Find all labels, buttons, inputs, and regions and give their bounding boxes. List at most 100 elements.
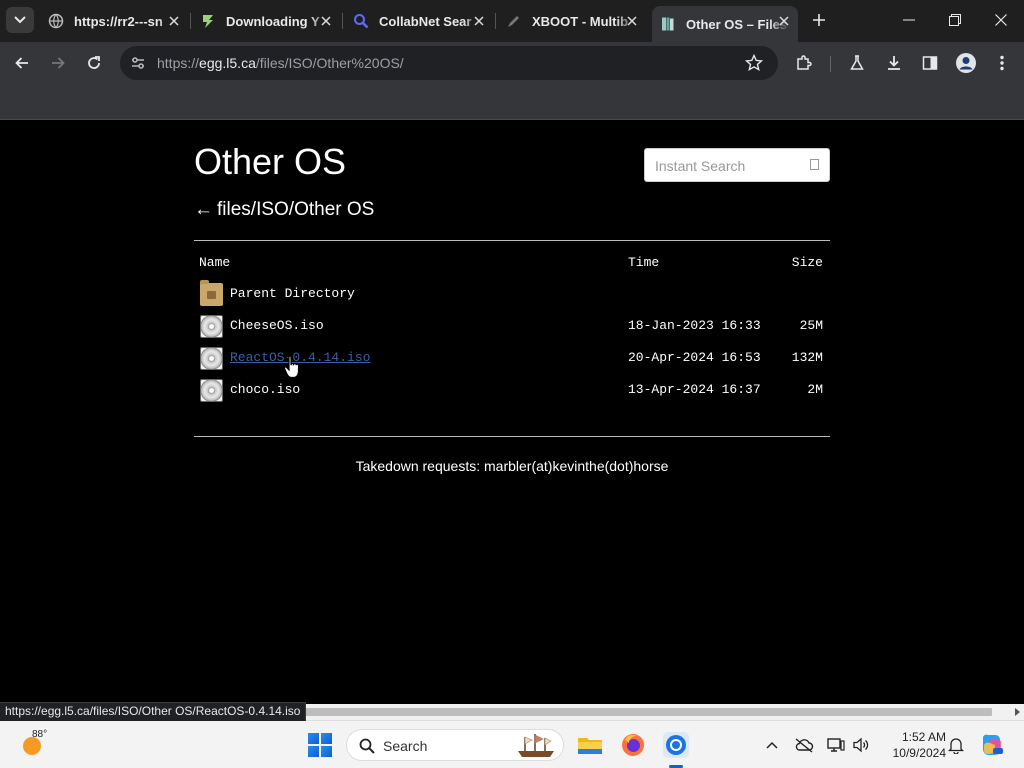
instant-search-box[interactable] (644, 148, 830, 182)
column-header-name[interactable]: Name (199, 255, 230, 270)
minimize-button[interactable] (886, 0, 932, 40)
start-tile (308, 733, 319, 744)
file-link[interactable]: choco.iso (230, 382, 300, 397)
close-window-button[interactable] (978, 0, 1024, 40)
onedrive-tray-button[interactable] (794, 735, 814, 755)
start-button[interactable] (308, 733, 332, 757)
breadcrumb-path: files/ISO/Other OS (217, 199, 375, 220)
tab-3[interactable]: CollabNet Sear (345, 6, 493, 36)
menu-button[interactable] (988, 50, 1016, 76)
tab-4[interactable]: XBOOT - Multib (498, 6, 646, 36)
column-header-size[interactable]: Size (792, 255, 823, 270)
copilot-icon[interactable] (979, 732, 1005, 758)
disc-icon (200, 315, 223, 338)
network-icon (827, 738, 845, 752)
page-title: Other OS (194, 141, 347, 182)
taskbar-search[interactable]: Search (346, 729, 564, 761)
clock-date: 10/9/2024 (892, 746, 946, 760)
labs-button[interactable] (843, 50, 871, 76)
back-button[interactable] (8, 50, 36, 76)
column-header-time[interactable]: Time (628, 255, 659, 270)
list-item-parent[interactable]: Parent Directory (194, 280, 830, 309)
folder-icon (200, 280, 223, 306)
close-tab-icon[interactable] (776, 13, 792, 29)
restore-button[interactable] (932, 0, 978, 40)
volume-tray-button[interactable] (851, 735, 871, 755)
file-link[interactable]: CheeseOS.iso (230, 318, 324, 333)
extensions-button[interactable] (790, 50, 818, 76)
file-size: 25M (799, 318, 823, 333)
downloads-button[interactable] (880, 50, 908, 76)
search-box-icon (810, 159, 819, 170)
magnifier-icon (353, 13, 369, 29)
breadcrumb: ← files/ISO/Other OS (194, 199, 374, 221)
file-explorer-icon[interactable] (576, 731, 604, 759)
file-time: 18-Jan-2023 16:33 (628, 318, 761, 333)
system-clock[interactable]: 1:52 AM 10/9/2024 (880, 729, 946, 761)
arrow-left-icon (15, 57, 28, 69)
scroll-right-icon[interactable] (1015, 708, 1020, 716)
file-link[interactable]: Parent Directory (230, 286, 355, 301)
address-bar[interactable]: https://egg.l5.ca/files/ISO/Other%20OS/ (120, 46, 778, 80)
url-text: https://egg.l5.ca/files/ISO/Other%20OS/ (157, 55, 404, 71)
url-host: egg.l5.ca (199, 55, 256, 71)
tab-5-active[interactable]: Other OS – Files (652, 6, 798, 42)
windows-taskbar: 88° Search 1:52 AM 10/9/2024 (0, 720, 1024, 768)
notifications-button[interactable] (946, 735, 966, 755)
new-tab-button[interactable] (808, 9, 830, 31)
weather-temperature: 88° (32, 729, 48, 740)
tab-title: Other OS – Files (686, 16, 788, 32)
tab-search-button[interactable] (6, 7, 34, 33)
puzzle-icon (797, 55, 812, 70)
list-item[interactable]: choco.iso 13-Apr-2024 16:37 2M (194, 377, 830, 405)
tab-separator (495, 13, 496, 29)
tab-2[interactable]: Downloading Y (192, 6, 340, 36)
tab-title: XBOOT - Multib (532, 13, 629, 29)
start-tile (321, 746, 332, 757)
show-hidden-icons-button[interactable] (762, 735, 782, 755)
pen-icon (506, 13, 522, 29)
side-panel-icon (922, 56, 938, 70)
disc-icon (200, 379, 223, 402)
profile-button[interactable] (952, 50, 980, 76)
instant-search-input[interactable] (655, 156, 805, 176)
close-tab-icon[interactable] (471, 13, 487, 29)
arrow-right-icon (52, 57, 65, 69)
search-icon (359, 738, 375, 754)
close-tab-icon[interactable] (166, 13, 182, 29)
reload-button[interactable] (80, 50, 108, 76)
scrollbar-thumb[interactable] (302, 708, 992, 716)
cloud-offline-icon (795, 738, 814, 753)
back-arrow-link[interactable]: ← (194, 199, 213, 220)
tab-1[interactable]: https://rr2---sn (40, 6, 188, 36)
close-tab-icon[interactable] (318, 13, 334, 29)
site-settings-icon[interactable] (129, 54, 147, 72)
link-status-bar: https://egg.l5.ca/files/ISO/Other OS/Rea… (0, 702, 307, 721)
bookmark-star-icon[interactable] (744, 53, 764, 73)
file-time: 20-Apr-2024 16:53 (628, 350, 761, 365)
chevron-up-icon (766, 741, 778, 749)
bookmarks-bar (0, 84, 1024, 120)
takedown-notice: Takedown requests: marbler(at)kevinthe(d… (355, 458, 669, 474)
side-panel-button[interactable] (916, 50, 944, 76)
divider-bottom (194, 436, 830, 437)
close-tab-icon[interactable] (624, 13, 640, 29)
close-icon (995, 14, 1007, 26)
browser-toolbar: https://egg.l5.ca/files/ISO/Other%20OS/ (0, 42, 1024, 84)
clock-time: 1:52 AM (901, 730, 946, 744)
tab-separator (190, 13, 191, 29)
url-prefix: https:// (157, 55, 200, 71)
chrome-icon[interactable] (662, 731, 690, 759)
tab-title: Downloading Y (226, 13, 320, 29)
divider-top (194, 240, 830, 241)
network-tray-button[interactable] (826, 735, 846, 755)
book-icon (660, 16, 676, 32)
firefox-icon[interactable] (619, 731, 647, 759)
tab-title: https://rr2---sn (74, 13, 163, 29)
tab-separator (342, 13, 343, 29)
bolt-icon (200, 13, 216, 29)
url-path: /files/ISO/Other%20OS/ (255, 55, 404, 71)
start-tile (308, 746, 319, 757)
forward-button[interactable] (44, 50, 72, 76)
list-item[interactable]: CheeseOS.iso 18-Jan-2023 16:33 25M (194, 313, 830, 341)
